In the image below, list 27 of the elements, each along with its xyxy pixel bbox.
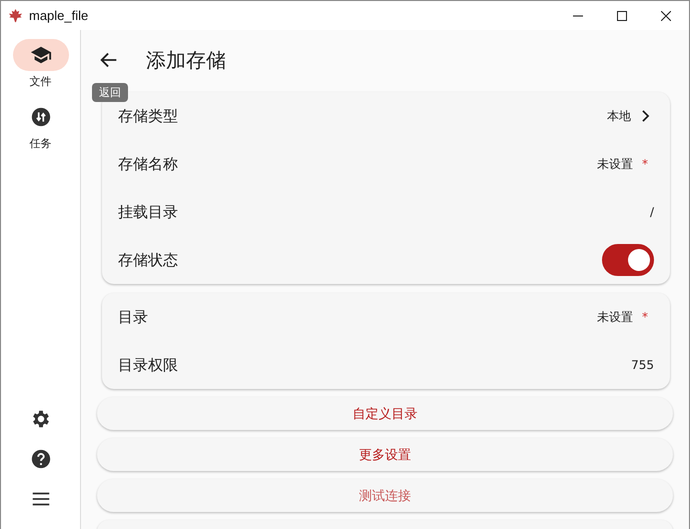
row-value[interactable]: 未设置 — [597, 308, 633, 326]
close-icon[interactable] — [661, 10, 671, 20]
required-mark: * — [642, 157, 648, 171]
row-value[interactable]: 未设置 — [597, 156, 633, 172]
maple-leaf-icon — [8, 8, 23, 23]
action-button[interactable]: 更多设置 — [97, 438, 673, 471]
nav-item[interactable]: 任务 — [12, 101, 68, 151]
row-value: / — [650, 205, 654, 219]
swap-arrows-icon — [30, 106, 52, 128]
row-label: 目录权限 — [118, 356, 178, 374]
required-mark: * — [642, 310, 648, 324]
row-label: 目录 — [118, 308, 148, 326]
window-title: maple_file — [29, 8, 88, 23]
tooltip: 返回 — [92, 83, 128, 102]
row-value[interactable]: 本地 — [607, 108, 631, 124]
toggle-switch[interactable] — [602, 244, 654, 276]
page-title: 添加存储 — [146, 46, 226, 74]
graduation-cap-icon — [30, 44, 52, 66]
row-label: 存储状态 — [118, 250, 178, 270]
row-label: 存储类型 — [118, 106, 178, 126]
help-icon[interactable] — [30, 448, 52, 470]
row-label: 存储名称 — [118, 154, 178, 174]
action-button[interactable]: 自定义目录 — [97, 397, 673, 430]
row-value: 755 — [631, 358, 654, 372]
maximize-icon[interactable] — [617, 10, 627, 20]
chevron-right-icon[interactable] — [641, 110, 650, 122]
row-label: 挂载目录 — [118, 202, 178, 222]
